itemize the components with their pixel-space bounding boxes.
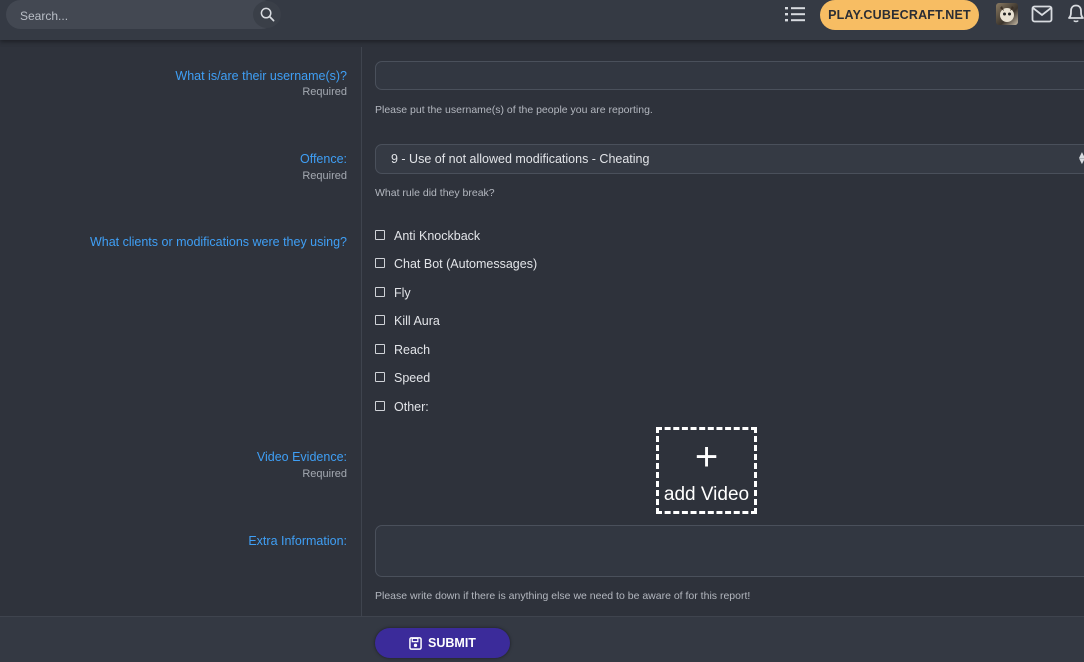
checkbox-kill-aura[interactable]: Kill Aura [375,313,440,329]
usernames-label: What is/are their username(s)? [175,69,347,83]
avatar-image [1000,6,1014,22]
checkbox-label: Kill Aura [394,314,440,328]
video-label: Video Evidence: [256,450,347,464]
extra-label: Extra Information: [248,534,347,548]
offence-required: Required [302,170,347,182]
usernames-hint: Please put the username(s) of the people… [375,104,653,116]
add-video-button[interactable]: + add Video [656,427,757,514]
extra-textarea[interactable] [375,525,1084,577]
checkbox-chat-bot[interactable]: Chat Bot (Automessages) [375,256,537,272]
clients-label: What clients or modifications were they … [89,235,347,249]
form-footer [0,616,1084,662]
bell-icon[interactable] [1065,2,1084,24]
checkbox[interactable] [375,315,385,325]
submit-label: SUBMIT [428,636,476,650]
checkbox[interactable] [375,344,385,354]
checkbox-fly[interactable]: Fly [375,285,411,301]
extra-hint: Please write down if there is anything e… [375,590,751,602]
top-bar: PLAY.CUBECRAFT.NET [0,0,1084,40]
checkbox-speed[interactable]: Speed [375,370,430,386]
submit-button[interactable]: SUBMIT [375,628,510,658]
checkbox[interactable] [375,230,385,240]
video-required: Required [302,468,347,480]
chevron-updown-icon: ▲ ▼ [1077,150,1084,167]
avatar[interactable] [996,3,1018,25]
usernames-required: Required [302,86,347,98]
checkbox-label: Reach [394,343,431,357]
play-server-button[interactable]: PLAY.CUBECRAFT.NET [820,0,979,30]
checkbox-other[interactable]: Other: [375,399,429,415]
checkbox[interactable] [375,258,385,268]
checkbox-reach[interactable]: Reach [375,342,430,358]
offence-label: Offence: [299,152,347,166]
checkbox[interactable] [375,372,385,382]
search-button[interactable] [253,1,281,28]
save-icon [409,636,422,650]
search-box [6,0,281,29]
checkbox-label: Other: [394,400,429,414]
search-input[interactable] [18,6,242,26]
offence-hint: What rule did they break? [375,187,495,199]
usernames-input[interactable] [375,61,1084,90]
plus-icon: + [694,435,719,479]
checkbox[interactable] [375,401,385,411]
checkbox-label: Speed [394,371,431,385]
add-video-label: add Video [663,484,750,505]
offence-select[interactable]: 9 - Use of not allowed modifications - C… [375,144,1084,174]
checkbox-anti-knockback[interactable]: Anti Knockback [375,228,480,244]
checkbox-label: Chat Bot (Automessages) [394,257,538,271]
mail-icon[interactable] [1031,5,1053,23]
checkbox-label: Anti Knockback [394,229,481,243]
checkbox-label: Fly [394,286,411,300]
labels-column [0,47,362,616]
checkbox[interactable] [375,287,385,297]
list-icon[interactable] [784,5,806,23]
search-icon [260,7,274,22]
